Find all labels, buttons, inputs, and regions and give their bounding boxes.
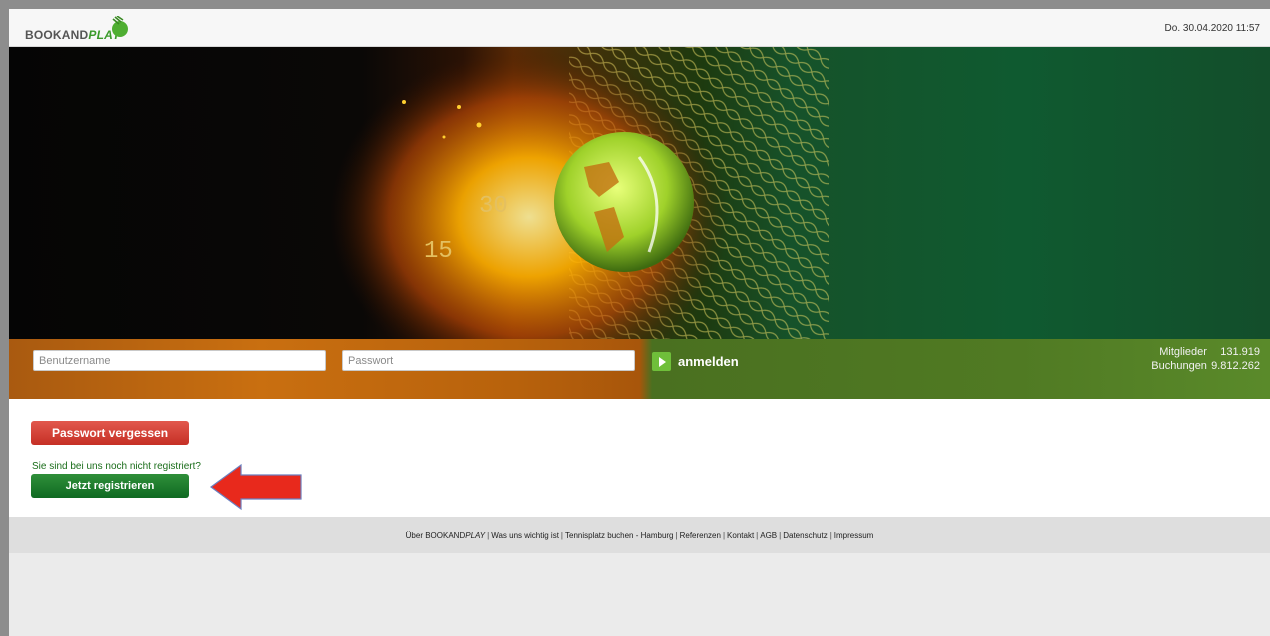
- main-content: Passwort vergessen Sie sind bei uns noch…: [9, 399, 1270, 517]
- footer-links: Über BOOKANDPLAY | Was uns wichtig ist |…: [9, 517, 1270, 553]
- footer-link-contact[interactable]: Kontakt: [727, 531, 754, 540]
- site-stats: Mitglieder 131.919 Buchungen 9.812.262: [1151, 345, 1260, 373]
- stat-members-value: 131.919: [1220, 346, 1260, 358]
- footer-link-references[interactable]: Referenzen: [680, 531, 721, 540]
- stat-bookings-value: 9.812.262: [1211, 360, 1260, 372]
- forgot-password-button[interactable]: Passwort vergessen: [31, 421, 189, 445]
- login-button-label: anmelden: [678, 353, 739, 369]
- stat-members-label: Mitglieder: [1159, 346, 1207, 358]
- footer-link-values[interactable]: Was uns wichtig ist: [491, 531, 559, 540]
- footer-link-imprint[interactable]: Impressum: [834, 531, 874, 540]
- header-bar: BOOKANDPLAY Do. 30.04.2020 11:57: [9, 9, 1270, 47]
- stat-bookings: Buchungen 9.812.262: [1151, 359, 1260, 373]
- password-input[interactable]: [342, 350, 635, 371]
- stat-members: Mitglieder 131.919: [1151, 345, 1260, 359]
- username-input[interactable]: [33, 350, 326, 371]
- logo-text-a: BOOKAND: [25, 28, 89, 42]
- score-bottom: 15: [424, 238, 453, 265]
- play-icon: [652, 351, 671, 371]
- footer-link-book-court[interactable]: Tennisplatz buchen - Hamburg: [565, 531, 674, 540]
- bookandplay-logo[interactable]: BOOKANDPLAY: [25, 16, 145, 42]
- left-arrow-icon: [209, 463, 302, 511]
- hero-illustration: 30 15: [329, 47, 829, 339]
- app-frame: BOOKANDPLAY Do. 30.04.2020 11:57 30 15 B…: [9, 9, 1270, 636]
- hero-banner: 30 15: [9, 47, 1270, 339]
- not-registered-text: Sie sind bei uns noch nicht registriert?: [32, 461, 201, 472]
- score-top: 30: [479, 193, 508, 220]
- login-bar: anmelden Mitglieder 131.919 Buchungen 9.…: [9, 339, 1270, 399]
- footer-link-about[interactable]: Über BOOKANDPLAY: [406, 531, 485, 540]
- login-button[interactable]: anmelden: [652, 350, 739, 372]
- stat-bookings-label: Buchungen: [1151, 360, 1207, 372]
- footer-link-terms[interactable]: AGB: [760, 531, 777, 540]
- footer-link-privacy[interactable]: Datenschutz: [783, 531, 827, 540]
- tennis-ball-logo-icon: [112, 16, 128, 37]
- register-button[interactable]: Jetzt registrieren: [31, 474, 189, 498]
- current-datetime: Do. 30.04.2020 11:57: [1164, 23, 1260, 34]
